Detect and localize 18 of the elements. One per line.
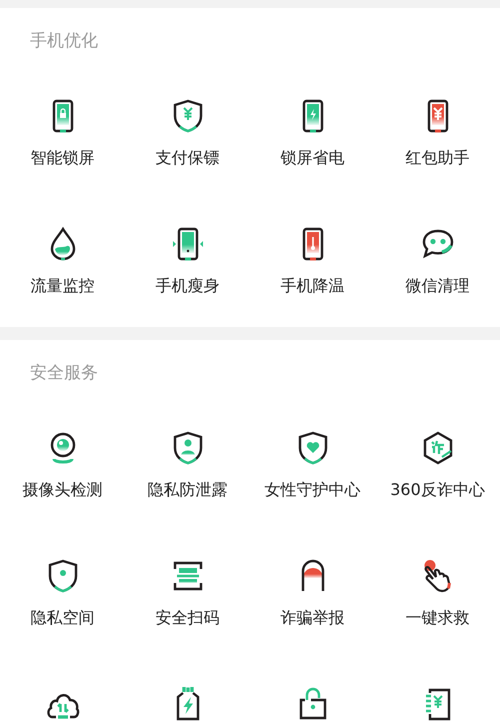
- tool-label[interactable]: 隐私防泄露: [148, 478, 228, 502]
- tool-label[interactable]: 支付保镖: [156, 146, 220, 170]
- tool-label[interactable]: 诈骗举报: [280, 606, 344, 630]
- section-title: 手机优化: [30, 30, 99, 52]
- tool-label[interactable]: 安全扫码: [156, 606, 220, 630]
- tool-label[interactable]: 女性守护中心: [264, 478, 360, 502]
- tool-label[interactable]: 智能锁屏: [30, 146, 94, 170]
- tool-label[interactable]: 360反诈中心: [390, 478, 485, 502]
- tool-label[interactable]: 摄像头检测: [22, 478, 102, 502]
- tool-label[interactable]: 一键求救: [406, 606, 470, 630]
- tool-label[interactable]: 手机瘦身: [156, 274, 220, 298]
- tool-label[interactable]: 红包助手: [406, 146, 470, 170]
- tool-label[interactable]: 微信清理: [406, 274, 470, 298]
- tool-label[interactable]: 隐私空间: [30, 606, 94, 630]
- tool-label[interactable]: 流量监控: [30, 274, 94, 298]
- tool-label[interactable]: 锁屏省电: [280, 146, 344, 170]
- section-title: 安全服务: [30, 362, 99, 384]
- tool-label[interactable]: 手机降温: [280, 274, 344, 298]
